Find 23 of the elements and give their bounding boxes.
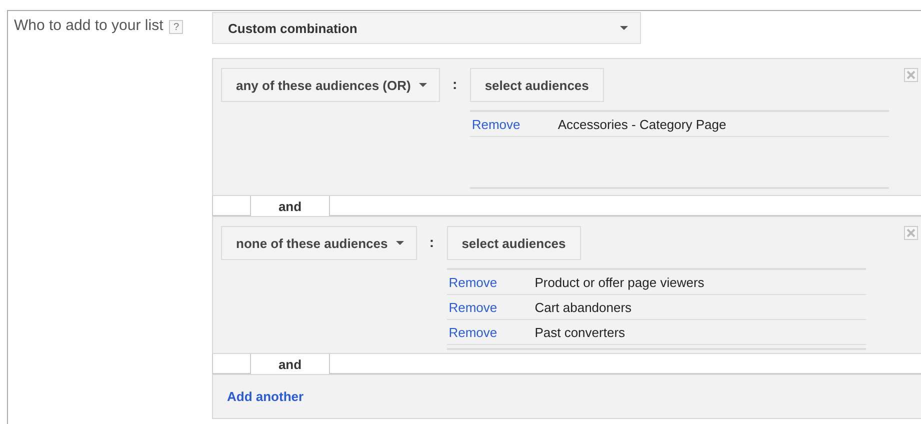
audience-name: Accessories - Category Page bbox=[558, 116, 726, 132]
separator-label: : bbox=[451, 75, 458, 92]
caret-icon bbox=[396, 241, 404, 245]
audience-name: Past converters bbox=[534, 324, 626, 340]
operator-dropdown[interactable]: any of these audiences (OR) bbox=[221, 68, 440, 102]
caret-icon bbox=[418, 83, 427, 87]
audience-name: Product or offer page viewers bbox=[534, 274, 704, 290]
help-icon[interactable]: ? bbox=[169, 20, 184, 34]
remove-link[interactable]: Remove bbox=[446, 324, 535, 340]
remove-link[interactable]: Remove bbox=[446, 274, 535, 290]
combination-dropdown[interactable]: Custom combination bbox=[212, 12, 641, 44]
field-label: Who to add to your list bbox=[14, 17, 164, 34]
add-another-link[interactable]: Add another bbox=[227, 389, 304, 404]
close-icon[interactable] bbox=[904, 226, 918, 240]
caret-icon bbox=[620, 26, 628, 30]
select-audiences-button[interactable]: select audiences bbox=[470, 68, 604, 102]
audience-name: Cart abandoners bbox=[534, 300, 632, 314]
remove-link[interactable]: Remove bbox=[446, 300, 535, 314]
close-icon[interactable] bbox=[904, 68, 918, 82]
separator-label: : bbox=[428, 233, 436, 250]
select-audiences-button[interactable]: select audiences bbox=[446, 226, 581, 260]
remove-link[interactable]: Remove bbox=[470, 116, 558, 132]
operator-dropdown[interactable]: none of these audiences bbox=[221, 226, 417, 260]
